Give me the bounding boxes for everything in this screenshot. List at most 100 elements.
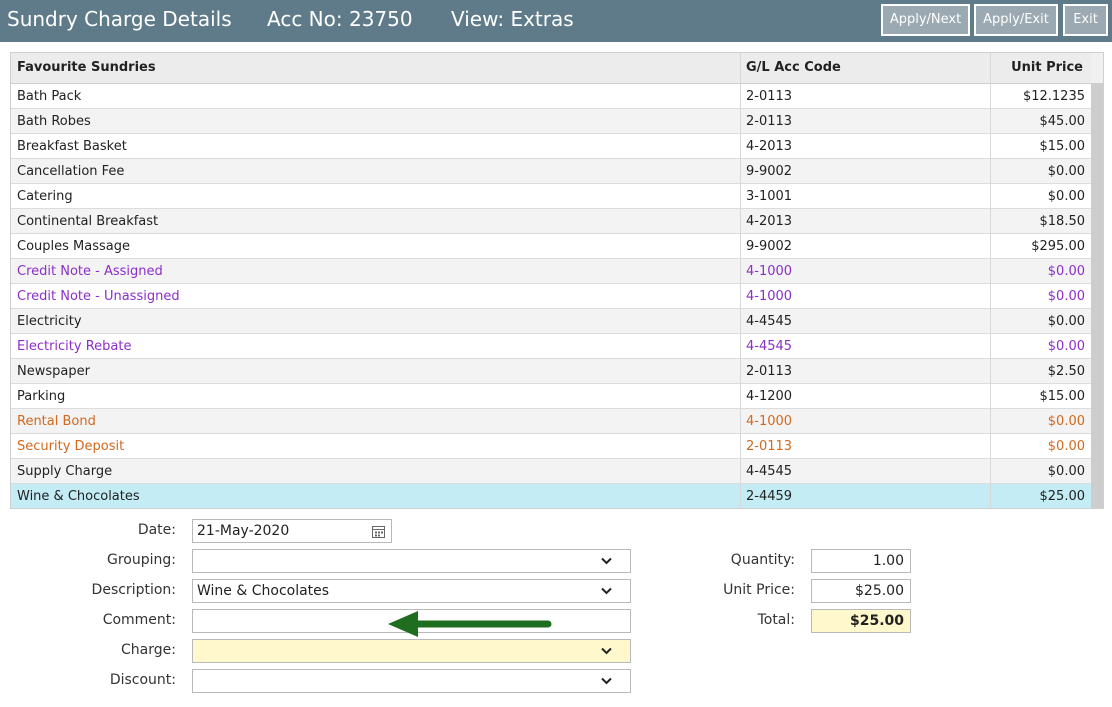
view-label: View: Extras bbox=[451, 7, 574, 31]
cell-unit-price: $0.00 bbox=[1047, 264, 1085, 279]
scrollbar-thumb[interactable] bbox=[1091, 83, 1103, 508]
total-value: $25.00 bbox=[849, 613, 904, 629]
table-row-selected[interactable]: Wine & Chocolates 2-4459 $25.00 bbox=[11, 484, 1091, 508]
cell-sundry-name: Rental Bond bbox=[17, 414, 96, 429]
cell-sundry-name: Breakfast Basket bbox=[17, 139, 127, 154]
table-row[interactable]: Credit Note - Assigned 4-1000 $0.00 bbox=[11, 259, 1091, 284]
table-row[interactable]: Cancellation Fee 9-9002 $0.00 bbox=[11, 159, 1091, 184]
total-label: Total: bbox=[757, 612, 795, 628]
unit-price-value: $25.00 bbox=[855, 583, 904, 599]
table-row[interactable]: Newspaper 2-0113 $2.50 bbox=[11, 359, 1091, 384]
cell-unit-price: $0.00 bbox=[1047, 414, 1085, 429]
cell-gl-code: 2-0113 bbox=[746, 364, 793, 379]
date-field[interactable]: 21-May-2020 bbox=[192, 519, 392, 543]
chevron-down-icon bbox=[601, 587, 612, 595]
table-row[interactable]: Continental Breakfast 4-2013 $18.50 bbox=[11, 209, 1091, 234]
cell-sundry-name: Security Deposit bbox=[17, 439, 125, 454]
table-row[interactable]: Rental Bond 4-1000 $0.00 bbox=[11, 409, 1091, 434]
cell-sundry-name: Wine & Chocolates bbox=[17, 489, 140, 504]
cell-unit-price: $0.00 bbox=[1047, 164, 1085, 179]
quantity-input[interactable]: 1.00 bbox=[811, 549, 911, 573]
comment-label: Comment: bbox=[102, 612, 176, 628]
cell-unit-price: $18.50 bbox=[1039, 214, 1086, 229]
total-value-field: $25.00 bbox=[811, 609, 911, 633]
col-header-sundry[interactable]: Favourite Sundries bbox=[17, 60, 156, 75]
table-row[interactable]: Electricity Rebate 4-4545 $0.00 bbox=[11, 334, 1091, 359]
exit-button[interactable]: Exit bbox=[1063, 4, 1108, 36]
charge-select[interactable] bbox=[192, 639, 631, 663]
column-divider bbox=[990, 53, 991, 508]
unit-price-input[interactable]: $25.00 bbox=[811, 579, 911, 603]
table-row[interactable]: Bath Robes 2-0113 $45.00 bbox=[11, 109, 1091, 134]
sundries-table: Favourite Sundries G/L Acc Code Unit Pri… bbox=[10, 52, 1104, 509]
grouping-label: Grouping: bbox=[107, 552, 176, 568]
discount-label: Discount: bbox=[109, 672, 176, 688]
table-row[interactable]: Security Deposit 2-0113 $0.00 bbox=[11, 434, 1091, 459]
cell-unit-price: $0.00 bbox=[1047, 314, 1085, 329]
cell-sundry-name: Bath Pack bbox=[17, 89, 82, 104]
cell-sundry-name: Couples Massage bbox=[17, 239, 130, 254]
table-row[interactable]: Catering 3-1001 $0.00 bbox=[11, 184, 1091, 209]
apply-exit-button[interactable]: Apply/Exit bbox=[974, 4, 1058, 36]
description-select[interactable]: Wine & Chocolates bbox=[192, 579, 631, 603]
table-scrollbar[interactable] bbox=[1091, 53, 1103, 508]
cell-unit-price: $0.00 bbox=[1047, 464, 1085, 479]
col-header-unit-price[interactable]: Unit Price bbox=[1011, 60, 1083, 75]
date-label: Date: bbox=[137, 522, 176, 538]
apply-next-button[interactable]: Apply/Next bbox=[881, 4, 970, 36]
cell-gl-code: 4-1000 bbox=[746, 289, 793, 304]
quantity-label: Quantity: bbox=[730, 552, 795, 568]
cell-gl-code: 4-4545 bbox=[746, 464, 793, 479]
calendar-icon[interactable] bbox=[372, 525, 385, 538]
col-header-gl-code[interactable]: G/L Acc Code bbox=[746, 60, 841, 75]
cell-gl-code: 9-9002 bbox=[746, 239, 793, 254]
charge-label: Charge: bbox=[121, 642, 176, 658]
cell-unit-price: $2.50 bbox=[1047, 364, 1085, 379]
cell-sundry-name: Credit Note - Unassigned bbox=[17, 289, 180, 304]
cell-sundry-name: Electricity Rebate bbox=[17, 339, 132, 354]
cell-gl-code: 3-1001 bbox=[746, 189, 793, 204]
description-value: Wine & Chocolates bbox=[197, 583, 330, 599]
cell-unit-price: $0.00 bbox=[1047, 289, 1085, 304]
unit-price-label: Unit Price: bbox=[723, 582, 795, 598]
cell-sundry-name: Newspaper bbox=[17, 364, 90, 379]
chevron-down-icon bbox=[601, 557, 612, 565]
grouping-select[interactable] bbox=[192, 549, 631, 573]
chevron-down-icon bbox=[601, 647, 612, 655]
cell-sundry-name: Supply Charge bbox=[17, 464, 113, 479]
cell-sundry-name: Credit Note - Assigned bbox=[17, 264, 163, 279]
cell-unit-price: $0.00 bbox=[1047, 189, 1085, 204]
description-label: Description: bbox=[91, 582, 176, 598]
cell-sundry-name: Bath Robes bbox=[17, 114, 91, 129]
table-row[interactable]: Couples Massage 9-9002 $295.00 bbox=[11, 234, 1091, 259]
account-number: Acc No: 23750 bbox=[267, 7, 413, 31]
cell-sundry-name: Catering bbox=[17, 189, 73, 204]
cell-unit-price: $295.00 bbox=[1031, 239, 1085, 254]
cell-unit-price: $45.00 bbox=[1039, 114, 1086, 129]
cell-sundry-name: Continental Breakfast bbox=[17, 214, 159, 229]
quantity-value: 1.00 bbox=[872, 553, 904, 569]
cell-unit-price: $15.00 bbox=[1039, 139, 1086, 154]
cell-gl-code: 2-0113 bbox=[746, 114, 793, 129]
cell-gl-code: 4-1000 bbox=[746, 264, 793, 279]
chevron-down-icon bbox=[601, 677, 612, 685]
cell-sundry-name: Parking bbox=[17, 389, 66, 404]
cell-gl-code: 2-0113 bbox=[746, 89, 793, 104]
table-row[interactable]: Breakfast Basket 4-2013 $15.00 bbox=[11, 134, 1091, 159]
cell-unit-price: $0.00 bbox=[1047, 339, 1085, 354]
cell-gl-code: 4-4545 bbox=[746, 339, 793, 354]
cell-gl-code: 2-4459 bbox=[746, 489, 793, 504]
table-row[interactable]: Electricity 4-4545 $0.00 bbox=[11, 309, 1091, 334]
table-row[interactable]: Credit Note - Unassigned 4-1000 $0.00 bbox=[11, 284, 1091, 309]
cell-gl-code: 2-0113 bbox=[746, 439, 793, 454]
cell-sundry-name: Cancellation Fee bbox=[17, 164, 125, 179]
table-row[interactable]: Bath Pack 2-0113 $12.1235 bbox=[11, 84, 1091, 109]
page-title: Sundry Charge Details bbox=[7, 7, 232, 31]
cell-unit-price: $15.00 bbox=[1039, 389, 1086, 404]
discount-select[interactable] bbox=[192, 669, 631, 693]
cell-gl-code: 4-2013 bbox=[746, 139, 793, 154]
table-row[interactable]: Parking 4-1200 $15.00 bbox=[11, 384, 1091, 409]
date-value: 21-May-2020 bbox=[197, 523, 290, 539]
table-row[interactable]: Supply Charge 4-4545 $0.00 bbox=[11, 459, 1091, 484]
cell-gl-code: 9-9002 bbox=[746, 164, 793, 179]
